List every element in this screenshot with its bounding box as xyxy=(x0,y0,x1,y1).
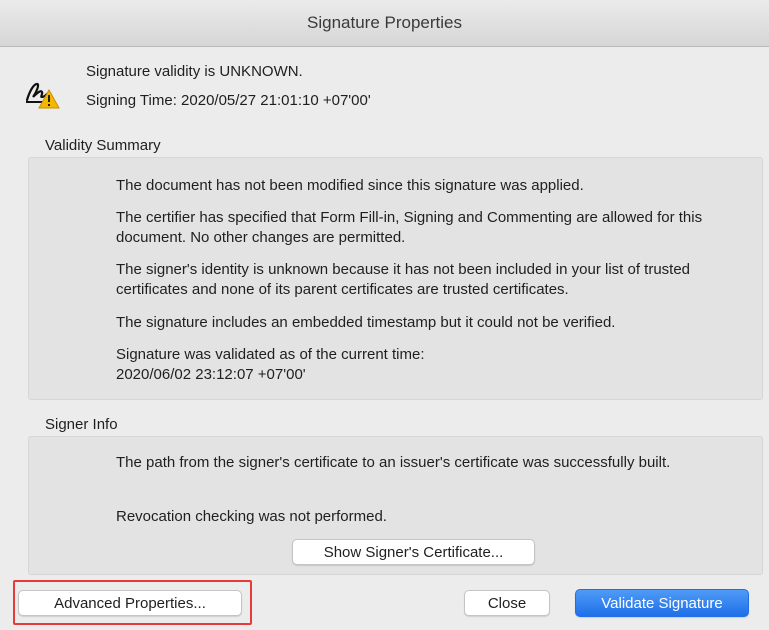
validity-item: Signature was validated as of the curren… xyxy=(116,346,425,383)
signer-info-label: Signer Info xyxy=(45,416,118,433)
validity-summary-panel: The document has not been modified since… xyxy=(28,157,763,400)
validity-item: The signer's identity is unknown because… xyxy=(116,261,691,298)
signer-info-item: The path from the signer's certificate t… xyxy=(116,454,671,471)
show-signer-certificate-button[interactable]: Show Signer's Certificate... xyxy=(292,539,535,565)
validity-item: The document has not been modified since… xyxy=(116,177,584,194)
signing-time: Signing Time: 2020/05/27 21:01:10 +07'00… xyxy=(86,92,371,109)
signature-warning-icon xyxy=(24,80,60,110)
validate-signature-button[interactable]: Validate Signature xyxy=(575,589,749,617)
validity-item: The certifier has specified that Form Fi… xyxy=(116,209,703,246)
window-title: Signature Properties xyxy=(307,13,462,32)
validity-item: The signature includes an embedded times… xyxy=(116,314,616,331)
close-button[interactable]: Close xyxy=(464,590,550,616)
window-titlebar: Signature Properties xyxy=(0,0,769,47)
signer-info-panel: The path from the signer's certificate t… xyxy=(28,436,763,575)
advanced-properties-button[interactable]: Advanced Properties... xyxy=(18,590,242,616)
validity-status: Signature validity is UNKNOWN. xyxy=(86,63,303,80)
validity-summary-label: Validity Summary xyxy=(45,137,161,154)
signer-info-item: Revocation checking was not performed. xyxy=(116,508,387,525)
